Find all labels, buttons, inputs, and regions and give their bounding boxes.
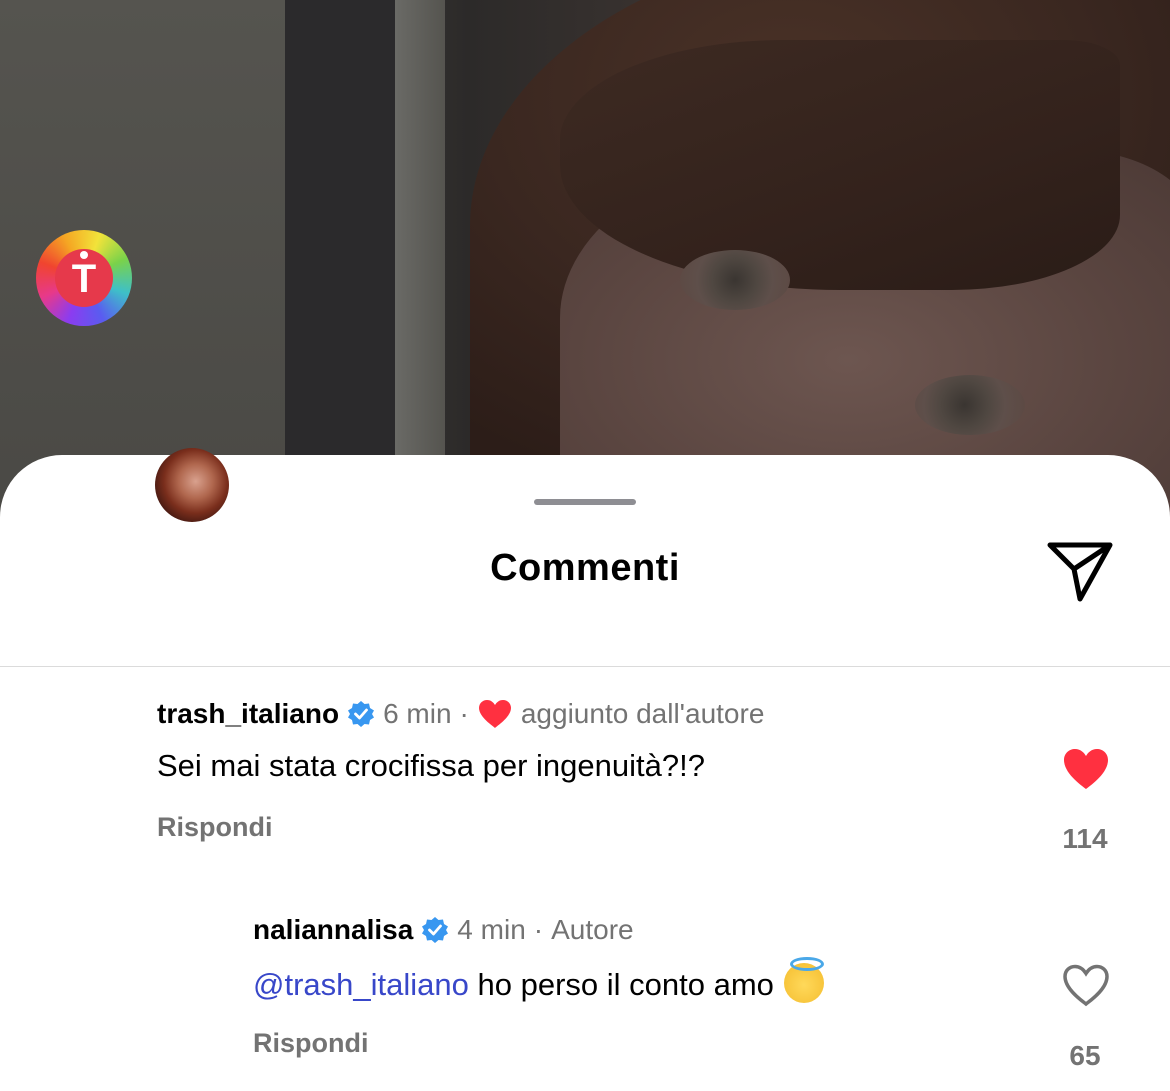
photo-eye-right bbox=[915, 375, 1025, 435]
sheet-grabber[interactable] bbox=[534, 499, 636, 505]
avatar[interactable]: T bbox=[36, 230, 132, 326]
share-button[interactable] bbox=[1044, 539, 1116, 605]
comment-username[interactable]: trash_italiano bbox=[157, 698, 339, 730]
photo-fringe bbox=[560, 40, 1120, 290]
comment-meta: trash_italiano 6 min · aggiunto dall'aut… bbox=[157, 694, 764, 734]
author-liked-heart-icon bbox=[478, 700, 511, 728]
like-button[interactable] bbox=[1061, 962, 1111, 1013]
meta-separator: · bbox=[459, 698, 469, 729]
author-role-label: Autore bbox=[551, 914, 634, 945]
comment-text: Sei mai stata crocifissa per ingenuità?!… bbox=[157, 748, 705, 783]
comment-meta: naliannalisa 4 min · Autore bbox=[253, 910, 634, 950]
author-liked-label: aggiunto dall'autore bbox=[520, 698, 765, 729]
reply-button[interactable]: Rispondi bbox=[253, 1028, 369, 1059]
avatar[interactable] bbox=[155, 448, 229, 522]
like-button[interactable] bbox=[1061, 746, 1111, 797]
verified-badge-icon bbox=[422, 917, 449, 943]
heart-filled-icon bbox=[1064, 749, 1108, 789]
verified-badge-icon bbox=[348, 701, 375, 727]
avatar-inner: T bbox=[55, 249, 113, 307]
header-divider bbox=[0, 666, 1170, 667]
mention-link[interactable]: @trash_italiano bbox=[253, 967, 469, 1002]
comment-username[interactable]: naliannalisa bbox=[253, 914, 413, 946]
meta-separator: · bbox=[533, 914, 544, 945]
avatar-letter: T bbox=[71, 257, 97, 301]
like-count: 114 bbox=[1062, 823, 1108, 854]
comment-time: 4 min bbox=[457, 914, 526, 945]
photo-eye-left bbox=[680, 250, 790, 310]
comment-text: @trash_italiano ho perso il conto amo bbox=[253, 957, 824, 1003]
heart-outline-icon bbox=[1063, 964, 1109, 1007]
photo-doorway bbox=[285, 0, 395, 520]
paper-plane-icon bbox=[1047, 542, 1113, 602]
smiling-face-with-halo-icon bbox=[783, 957, 824, 1003]
photo-door-frame bbox=[395, 0, 445, 520]
comment-body: ho perso il conto amo bbox=[468, 967, 774, 1002]
post-photo-background bbox=[0, 0, 1170, 520]
reply-button[interactable]: Rispondi bbox=[157, 812, 273, 843]
sheet-title: Commenti bbox=[490, 547, 680, 589]
comment-time: 6 min bbox=[383, 698, 452, 729]
like-count: 65 bbox=[1069, 1040, 1101, 1071]
